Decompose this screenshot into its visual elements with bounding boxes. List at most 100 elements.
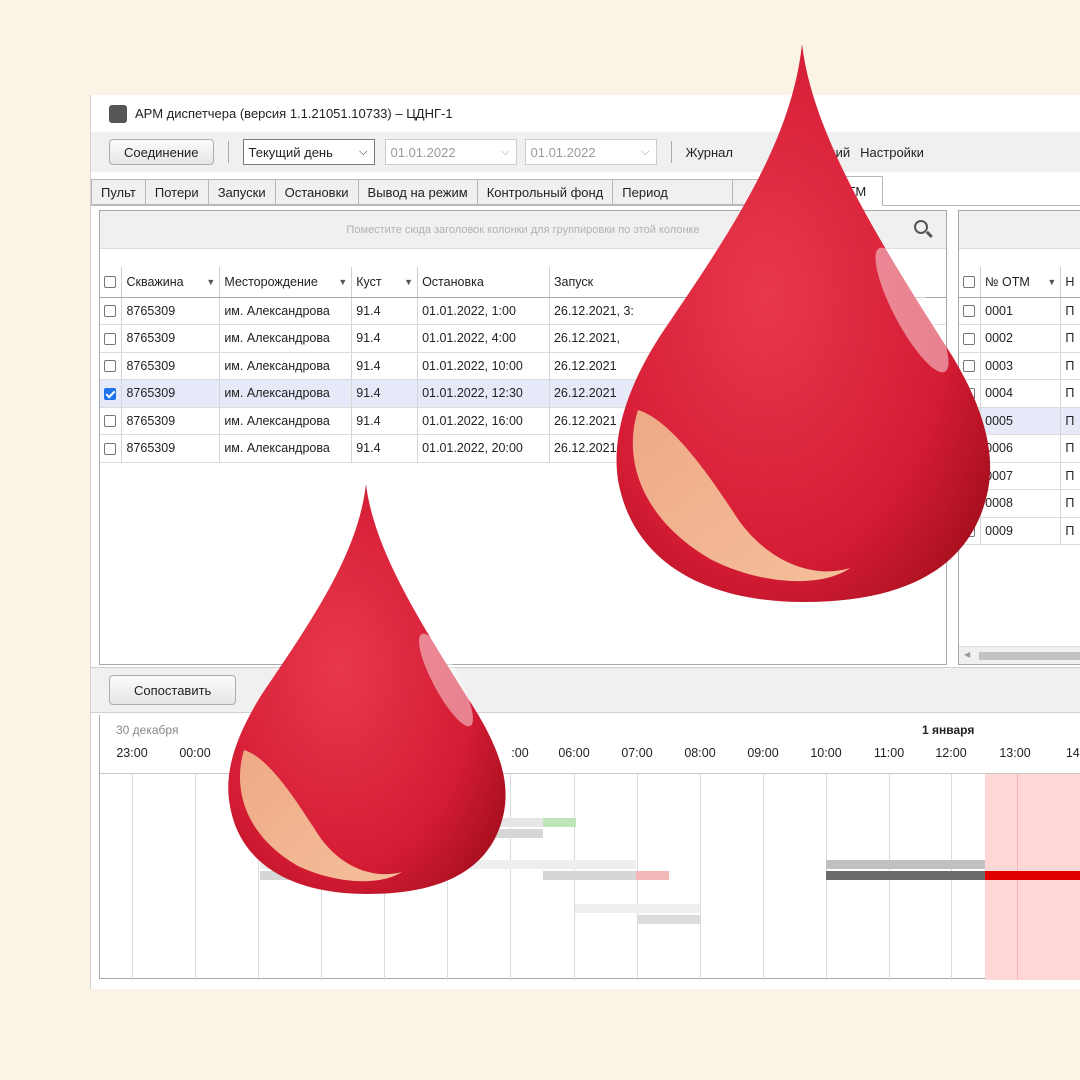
timeline-bar-actual[interactable] — [543, 871, 636, 880]
timeline-hour: 08:00 — [684, 746, 716, 760]
filter-icon[interactable]: ▼ — [338, 277, 347, 287]
cell-field: им. Александрова — [219, 379, 353, 408]
timeline-gridline — [132, 774, 133, 980]
timeline-bar-alarm-active[interactable] — [985, 871, 1080, 880]
timeline-hour: 12:00 — [935, 746, 967, 760]
blood-drop-icon-large — [616, 44, 991, 602]
cell-well: 8765309 — [121, 379, 221, 408]
timeline-bar-actual[interactable] — [826, 871, 985, 880]
row-checkbox[interactable] — [104, 360, 116, 373]
filter-icon[interactable]: ▼ — [1047, 277, 1056, 287]
toolbar-separator — [227, 141, 229, 163]
cell-well: 8765309 — [121, 352, 221, 380]
col-stop[interactable]: Остановка — [417, 267, 550, 298]
timeline-hour: 00:00 — [179, 746, 211, 760]
tab-stops[interactable]: Остановки — [274, 179, 358, 205]
cell-field: им. Александрова — [219, 297, 353, 325]
cell-stop: 01.01.2022, 1:00 — [417, 297, 550, 325]
cell-pad: 91.4 — [351, 324, 419, 353]
row-checkbox-cell — [100, 297, 123, 325]
col-otm-second-label: Н — [1065, 274, 1075, 289]
cell-otm-second: П — [1060, 434, 1080, 463]
col-well[interactable]: Скважина ▼ — [121, 267, 221, 298]
timeline-hour: 09:00 — [747, 746, 779, 760]
timeline-hour: 11:00 — [873, 746, 905, 760]
col-start-label: Запуск — [553, 274, 594, 289]
connect-button[interactable]: Соединение — [109, 139, 214, 165]
tab-pult[interactable]: Пульт — [91, 179, 145, 205]
chevron-down-icon: ⌵ — [501, 145, 510, 158]
timeline-bar-ok[interactable] — [543, 818, 576, 827]
row-checkbox[interactable] — [104, 415, 116, 428]
period-select[interactable]: Текущий день ⌵ — [242, 139, 375, 165]
cell-otm-second: П — [1060, 517, 1080, 545]
col-well-label: Скважина — [126, 274, 184, 289]
period-select-value: Текущий день — [248, 144, 333, 160]
cell-stop: 01.01.2022, 4:00 — [417, 324, 550, 353]
cell-otm-second: П — [1060, 407, 1080, 435]
cell-pad: 91.4 — [351, 297, 419, 325]
chevron-down-icon: ⌵ — [359, 145, 368, 158]
col-pad-label: Куст — [356, 274, 382, 289]
cell-well: 8765309 — [121, 407, 221, 435]
cell-field: им. Александрова — [219, 324, 353, 353]
tab-output-mode[interactable]: Вывод на режим — [357, 179, 477, 205]
date-from-value: 01.01.2022 — [390, 144, 456, 160]
timeline-hour: 13:00 — [999, 746, 1031, 760]
select-all-cell — [100, 267, 123, 298]
col-otm-second[interactable]: Н — [1060, 267, 1080, 298]
blood-drop-icon-small — [228, 484, 506, 894]
date-from-select[interactable]: 01.01.2022 ⌵ — [384, 139, 517, 165]
col-field[interactable]: Месторождение ▼ — [219, 267, 353, 298]
timeline-hour: 06:00 — [558, 746, 590, 760]
timeline-date-left: 30 декабря — [116, 723, 179, 737]
cell-pad: 91.4 — [351, 352, 419, 380]
timeline-bar-actual[interactable] — [637, 915, 700, 924]
timeline-hour: 14:0 — [1065, 746, 1080, 760]
timeline-hour: 10:00 — [810, 746, 842, 760]
window-title: АРМ диспетчера (версия 1.1.21051.10733) … — [135, 106, 453, 121]
cell-otm-second: П — [1060, 489, 1080, 518]
timeline-bar-planned[interactable] — [575, 904, 700, 913]
cell-pad: 91.4 — [351, 407, 419, 435]
row-checkbox-cell — [100, 324, 123, 353]
cell-well: 8765309 — [121, 297, 221, 325]
row-checkbox[interactable] — [104, 305, 116, 318]
cell-otm-second: П — [1060, 324, 1080, 353]
cell-pad: 91.4 — [351, 379, 419, 408]
tab-control-fund[interactable]: Контрольный фонд — [476, 179, 613, 205]
app-icon — [109, 104, 127, 123]
cell-well: 8765309 — [121, 324, 221, 353]
row-checkbox[interactable] — [104, 332, 116, 345]
timeline-bar-planned[interactable] — [826, 860, 985, 869]
cell-pad: 91.4 — [351, 434, 419, 463]
row-checkbox[interactable] — [104, 387, 116, 400]
timeline-hour: 23:00 — [116, 746, 148, 760]
timeline-gridline — [195, 774, 196, 980]
scrollbar-thumb[interactable] — [979, 652, 1080, 660]
match-button[interactable]: Сопоставить — [109, 675, 237, 705]
timeline-hour: 07:00 — [621, 746, 653, 760]
select-all-checkbox[interactable] — [104, 276, 116, 289]
timeline-gridline — [763, 774, 764, 980]
row-checkbox-cell — [100, 407, 123, 435]
col-pad[interactable]: Куст ▼ — [351, 267, 419, 298]
timeline-gridline — [700, 774, 701, 980]
timeline-date-right: 1 января — [922, 723, 975, 737]
row-checkbox-cell — [100, 352, 123, 380]
tab-launches[interactable]: Запуски — [207, 179, 275, 205]
cell-otm-second: П — [1060, 352, 1080, 380]
timeline-hour: :00 — [511, 746, 529, 760]
scroll-left-icon[interactable]: ◀ — [964, 650, 970, 659]
tab-losses[interactable]: Потери — [144, 179, 208, 205]
cell-otm-second: П — [1060, 297, 1080, 325]
horizontal-scrollbar[interactable]: ◀ — [959, 646, 1080, 664]
cell-field: им. Александрова — [219, 352, 353, 380]
row-checkbox[interactable] — [104, 442, 116, 455]
cell-otm-second: П — [1060, 462, 1080, 490]
col-field-label: Месторождение — [224, 274, 318, 289]
filter-icon[interactable]: ▼ — [404, 277, 413, 287]
col-stop-label: Остановка — [422, 274, 484, 289]
timeline-bar-alarm[interactable] — [636, 871, 669, 880]
filter-icon[interactable]: ▼ — [206, 277, 215, 287]
